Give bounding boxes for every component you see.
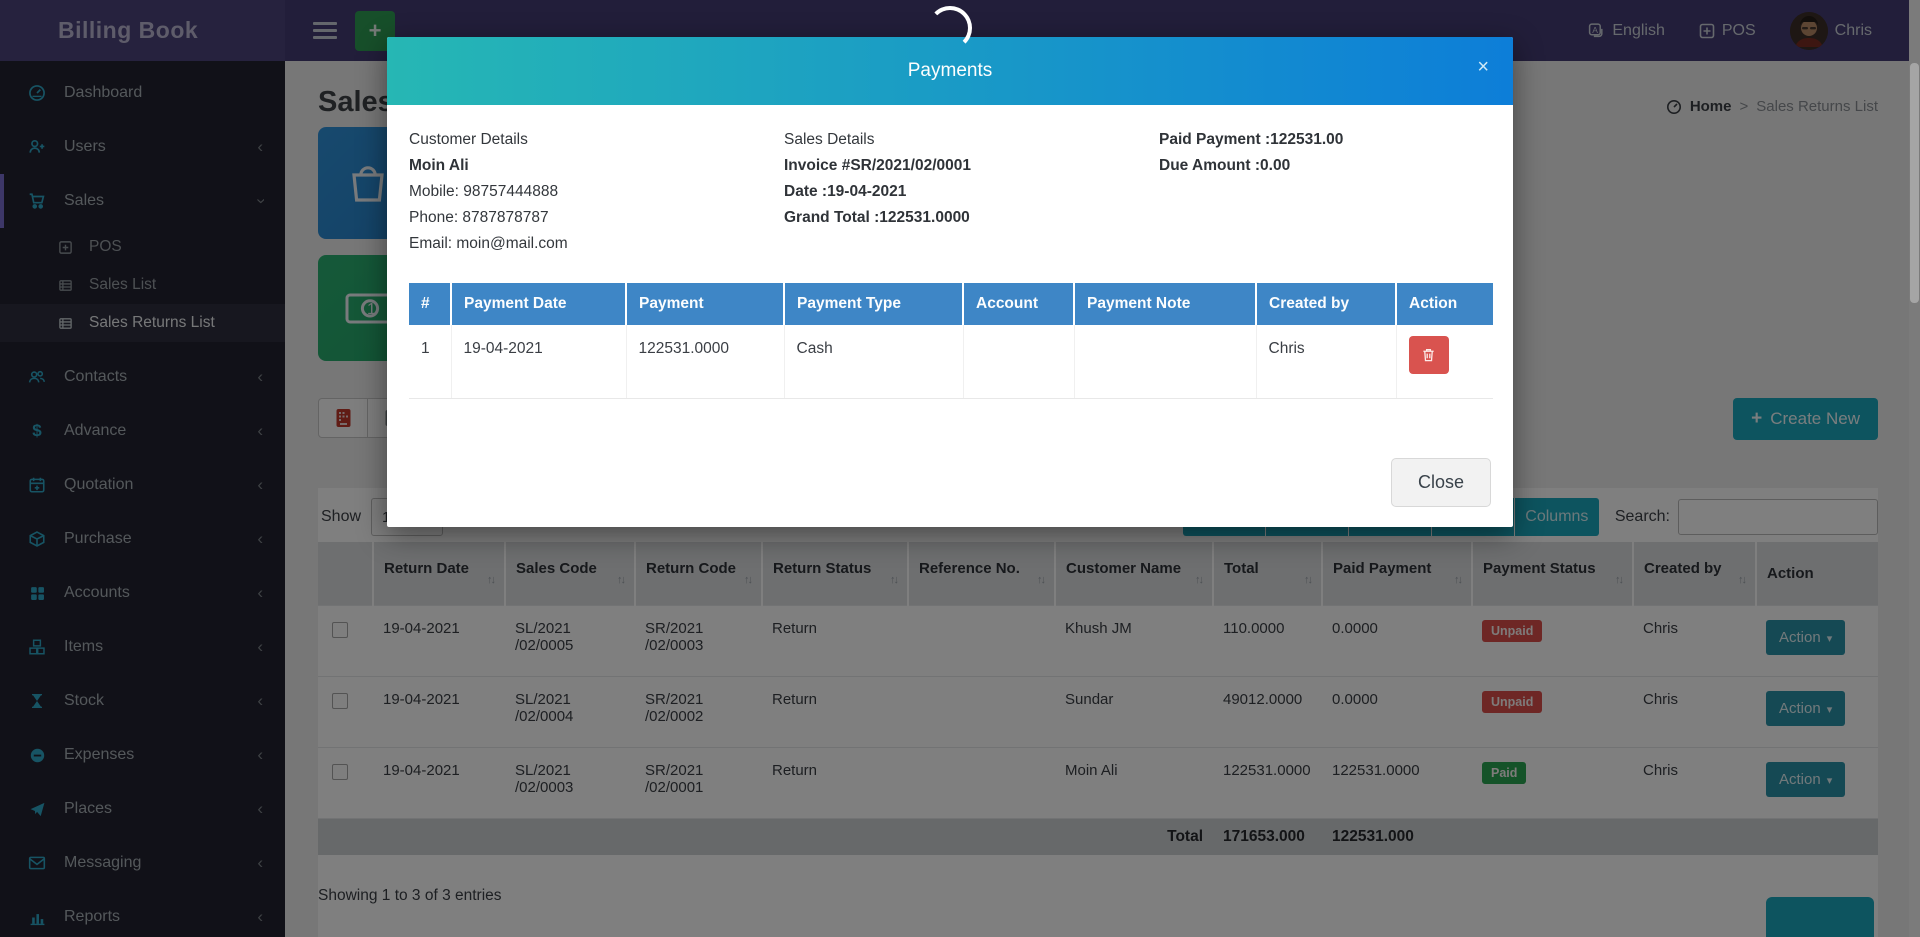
paid-payment: Paid Payment :122531.00 <box>1159 131 1343 148</box>
close-icon[interactable]: × <box>1477 57 1489 77</box>
payments-table: # Payment Date Payment Payment Type Acco… <box>409 283 1493 399</box>
customer-phone: Phone: 8787878787 <box>409 205 784 231</box>
customer-name: Moin Ali <box>409 157 469 174</box>
col-hash: # <box>409 283 451 325</box>
payment-row: 1 19-04-2021 122531.0000 Cash Chris <box>409 325 1493 399</box>
sales-details: Sales Details Invoice #SR/2021/02/0001 D… <box>784 127 1159 257</box>
payments-modal: Payments × Customer Details Moin Ali Mob… <box>387 37 1513 527</box>
sales-details-heading: Sales Details <box>784 127 1159 153</box>
vertical-scrollbar[interactable] <box>1909 0 1920 937</box>
col-payment-note: Payment Note <box>1074 283 1256 325</box>
col-payment-date: Payment Date <box>451 283 626 325</box>
invoice-number: Invoice #SR/2021/02/0001 <box>784 157 971 174</box>
customer-mobile: Mobile: 98757444888 <box>409 179 784 205</box>
col-created-by: Created by <box>1256 283 1396 325</box>
customer-email: Email: moin@mail.com <box>409 231 784 257</box>
payment-summary: Paid Payment :122531.00 Due Amount :0.00 <box>1159 127 1343 257</box>
col-payment: Payment <box>626 283 784 325</box>
invoice-date: Date :19-04-2021 <box>784 183 906 200</box>
col-account: Account <box>963 283 1074 325</box>
delete-payment-button[interactable] <box>1409 336 1449 374</box>
modal-title: Payments <box>908 60 992 82</box>
trash-icon <box>1421 347 1436 363</box>
customer-details: Customer Details Moin Ali Mobile: 987574… <box>409 127 784 257</box>
col-payment-type: Payment Type <box>784 283 963 325</box>
due-amount: Due Amount :0.00 <box>1159 157 1290 174</box>
scrollbar-thumb[interactable] <box>1910 63 1919 303</box>
grand-total: Grand Total :122531.0000 <box>784 209 970 226</box>
col-action: Action <box>1396 283 1493 325</box>
payments-header-row: # Payment Date Payment Payment Type Acco… <box>409 283 1493 325</box>
modal-close-button[interactable]: Close <box>1391 458 1491 507</box>
customer-details-heading: Customer Details <box>409 127 784 153</box>
loading-spinner <box>928 6 972 50</box>
